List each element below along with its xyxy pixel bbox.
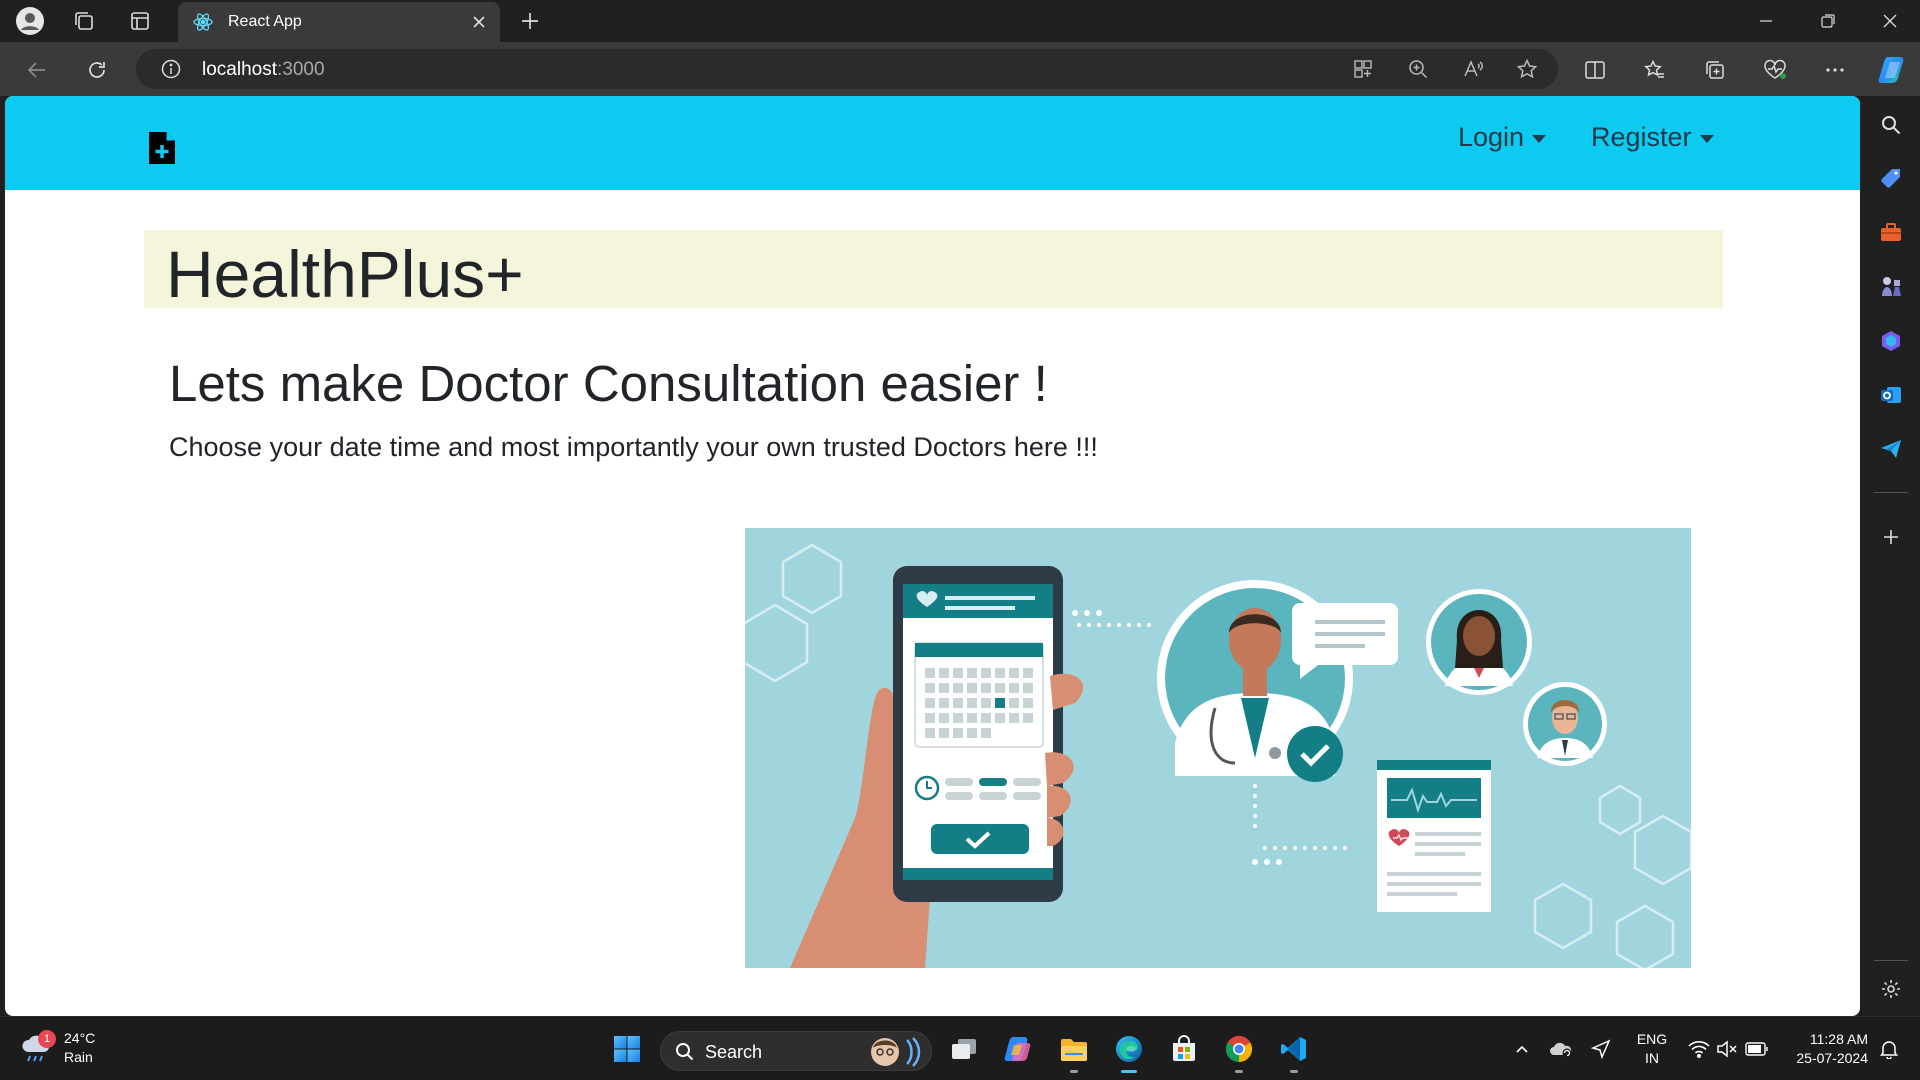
- battery-icon[interactable]: [1742, 1029, 1772, 1069]
- shopping-tag-icon[interactable]: [1874, 162, 1908, 196]
- read-aloud-icon[interactable]: [1458, 54, 1488, 84]
- brand-title: HealthPlus+: [166, 237, 524, 311]
- wifi-icon[interactable]: [1684, 1029, 1714, 1069]
- location-arrow-icon[interactable]: [1586, 1029, 1616, 1069]
- task-view-icon[interactable]: [944, 1029, 984, 1069]
- page-viewport: Login Register HealthPlus+ Lets make Doc…: [5, 96, 1860, 1016]
- clock-time: 11:28 AM: [1809, 1031, 1868, 1047]
- tab-actions-icon[interactable]: [124, 5, 156, 37]
- edge-sidebar: [1862, 96, 1920, 1016]
- copilot-icon[interactable]: [1874, 50, 1914, 90]
- outlook-icon[interactable]: [1874, 378, 1908, 412]
- more-options-icon[interactable]: [1818, 53, 1852, 87]
- search-highlight-icon: [867, 1034, 923, 1070]
- sidebar-divider: [1874, 960, 1908, 961]
- weather-rain-icon: 1: [20, 1030, 56, 1064]
- taskbar-search[interactable]: Search: [660, 1031, 932, 1071]
- collections-icon[interactable]: [1698, 53, 1732, 87]
- doctor-consultation-illustration: [745, 528, 1691, 968]
- page-headline: Lets make Doctor Consultation easier !: [169, 355, 1048, 412]
- profile-avatar-icon[interactable]: [14, 5, 46, 37]
- weather-widget[interactable]: 1 24°C Rain: [20, 1029, 95, 1067]
- browser-title-bar: React App: [0, 0, 1920, 42]
- onedrive-sync-icon[interactable]: [1546, 1029, 1576, 1069]
- edge-browser-icon[interactable]: [1109, 1029, 1149, 1073]
- taskbar-search-icon: [675, 1042, 695, 1062]
- weather-alert-badge: 1: [38, 1030, 56, 1048]
- volume-muted-icon[interactable]: [1712, 1029, 1742, 1069]
- zoom-icon[interactable]: [1403, 54, 1433, 84]
- register-label: Register: [1591, 122, 1692, 152]
- app-available-icon[interactable]: [1348, 54, 1378, 84]
- input-language[interactable]: ENG IN: [1634, 1030, 1670, 1068]
- weather-temp: 24°C: [64, 1030, 96, 1046]
- caret-down-icon: [1532, 134, 1547, 143]
- notification-bell-icon[interactable]: [1874, 1029, 1904, 1069]
- minimize-icon[interactable]: [1736, 0, 1796, 42]
- split-screen-icon[interactable]: [1578, 53, 1612, 87]
- url-text: localhost:3000: [202, 59, 325, 81]
- login-dropdown[interactable]: Login: [1458, 122, 1547, 153]
- tab-react-app[interactable]: React App: [178, 2, 500, 42]
- file-explorer-icon[interactable]: [1054, 1029, 1094, 1073]
- taskbar-search-label: Search: [705, 1042, 763, 1062]
- favorite-star-icon[interactable]: [1512, 54, 1542, 84]
- brand-banner: HealthPlus+: [144, 230, 1723, 311]
- login-label: Login: [1458, 122, 1525, 152]
- games-chess-icon[interactable]: [1874, 270, 1908, 304]
- clock-date: 25-07-2024: [1796, 1050, 1868, 1066]
- url-port: :3000: [277, 59, 325, 80]
- weather-desc: Rain: [64, 1049, 93, 1065]
- page-subline: Choose your date time and most important…: [169, 432, 1098, 462]
- add-sidebar-app-icon[interactable]: [1874, 520, 1908, 554]
- m365-copilot-icon[interactable]: [1874, 324, 1908, 358]
- react-icon: [192, 11, 214, 33]
- copilot-taskbar-icon[interactable]: [999, 1029, 1039, 1069]
- tab-title: React App: [228, 13, 302, 30]
- address-toolbar: localhost:3000: [0, 42, 1920, 96]
- close-window-icon[interactable]: [1860, 0, 1920, 42]
- tools-briefcase-icon[interactable]: [1874, 216, 1908, 250]
- microsoft-store-icon[interactable]: [1164, 1029, 1204, 1069]
- register-dropdown[interactable]: Register: [1591, 122, 1714, 153]
- address-bar[interactable]: localhost:3000: [136, 49, 1558, 89]
- lang-line2: IN: [1645, 1050, 1659, 1066]
- system-clock[interactable]: 11:28 AM 25-07-2024: [1782, 1030, 1868, 1068]
- vscode-icon[interactable]: [1274, 1029, 1314, 1073]
- browser-essentials-icon[interactable]: [1758, 53, 1792, 87]
- favorites-icon[interactable]: [1638, 53, 1672, 87]
- show-hidden-icons-chevron-icon[interactable]: [1508, 1029, 1536, 1069]
- sidebar-settings-icon[interactable]: [1874, 972, 1908, 1006]
- sidebar-search-icon[interactable]: [1874, 108, 1908, 142]
- start-windows-icon[interactable]: [607, 1029, 647, 1069]
- restore-icon[interactable]: [1798, 0, 1858, 42]
- send-plane-icon[interactable]: [1874, 432, 1908, 466]
- site-navbar: Login Register: [5, 96, 1860, 190]
- url-host: localhost: [202, 59, 277, 80]
- close-tab-icon[interactable]: [466, 9, 492, 35]
- chrome-icon[interactable]: [1219, 1029, 1259, 1073]
- workspaces-icon[interactable]: [68, 5, 100, 37]
- new-tab-icon[interactable]: [514, 5, 546, 37]
- caret-down-icon: [1699, 134, 1714, 143]
- back-arrow-icon[interactable]: [20, 53, 54, 87]
- file-plus-icon[interactable]: [147, 130, 177, 166]
- windows-taskbar: 1 24°C Rain Search ENG IN 11:28 AM 25-07…: [0, 1016, 1920, 1080]
- sidebar-divider: [1874, 492, 1908, 493]
- site-info-icon[interactable]: [156, 54, 186, 84]
- refresh-icon[interactable]: [80, 53, 114, 87]
- lang-line1: ENG: [1636, 1031, 1668, 1047]
